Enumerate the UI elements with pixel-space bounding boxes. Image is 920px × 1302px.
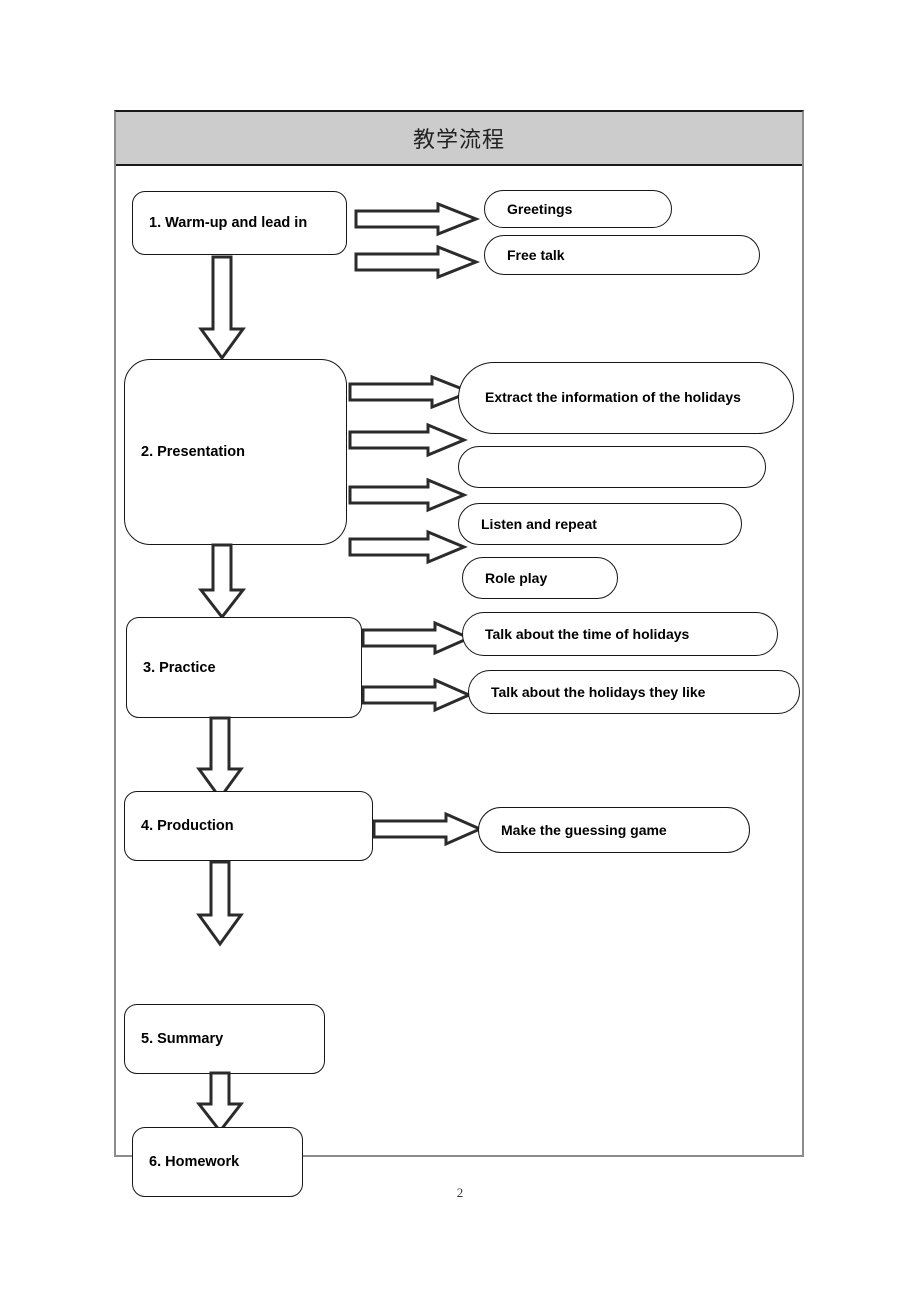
arrow-warm-up-to-greetings	[354, 201, 481, 237]
arrow-presentation-to-blank	[348, 422, 468, 458]
arrow-presentation-to-role-play	[348, 529, 468, 565]
activity-bubble-extract-info[interactable]: Extract the information of the holidays	[458, 362, 794, 434]
flow-node-label: 2. Presentation	[141, 444, 245, 460]
activity-label: Free talk	[507, 247, 565, 263]
flow-node-production[interactable]: 4. Production	[124, 791, 373, 861]
flow-node-summary[interactable]: 5. Summary	[124, 1004, 325, 1074]
arrow-practice-to-talk-time	[361, 620, 473, 656]
arrow-practice-to-production	[196, 716, 244, 801]
activity-label: Greetings	[507, 201, 573, 217]
page-number: 2	[456, 1185, 464, 1200]
activity-bubble-talk-about-time[interactable]: Talk about the time of holidays	[462, 612, 778, 656]
flow-node-label: 5. Summary	[141, 1031, 224, 1047]
activity-label: Make the guessing game	[501, 822, 667, 838]
activity-bubble-blank[interactable]	[458, 446, 766, 488]
activity-bubble-greetings[interactable]: Greetings	[484, 190, 672, 228]
flow-node-label: 6. Homework	[149, 1154, 240, 1170]
flow-node-presentation[interactable]: 2. Presentation	[124, 359, 347, 545]
arrow-presentation-to-listen-and-repeat	[348, 477, 468, 513]
activity-bubble-role-play[interactable]: Role play	[462, 557, 618, 599]
activity-label: Role play	[485, 570, 548, 586]
arrow-presentation-to-practice	[197, 543, 247, 620]
activity-label: Talk about the time of holidays	[485, 626, 690, 642]
activity-bubble-listen-and-repeat[interactable]: Listen and repeat	[458, 503, 742, 545]
arrow-presentation-to-extract-info	[348, 374, 475, 410]
activity-label: Extract the information of the holidays	[485, 389, 741, 406]
teaching-flow-table: 教学流程 1. Warm-up and lead in Greetings Fr…	[114, 110, 804, 1197]
arrow-production-to-summary	[196, 860, 244, 947]
arrow-warm-up-to-free-talk	[354, 244, 481, 280]
activity-bubble-free-talk[interactable]: Free talk	[484, 235, 760, 275]
flow-node-warm-up[interactable]: 1. Warm-up and lead in	[132, 191, 347, 255]
arrow-practice-to-talk-like	[361, 677, 473, 713]
flow-node-label: 4. Production	[141, 818, 234, 834]
document-page: 教学流程 1. Warm-up and lead in Greetings Fr…	[0, 0, 920, 1302]
flow-node-label: 1. Warm-up and lead in	[149, 215, 308, 231]
arrow-summary-to-homework	[195, 1071, 245, 1134]
page-title: 教学流程	[412, 127, 505, 152]
activity-bubble-guessing-game[interactable]: Make the guessing game	[478, 807, 750, 853]
flow-node-practice[interactable]: 3. Practice	[126, 617, 362, 718]
flowchart-canvas: 1. Warm-up and lead in Greetings Free ta…	[116, 166, 802, 1197]
activity-bubble-talk-about-holidays-they-like[interactable]: Talk about the holidays they like	[468, 670, 800, 714]
arrow-production-to-guessing-game	[372, 811, 484, 847]
table-header-row: 教学流程	[116, 112, 802, 166]
activity-label: Talk about the holidays they like	[491, 684, 706, 700]
flow-node-label: 3. Practice	[143, 659, 216, 676]
activity-label: Listen and repeat	[481, 516, 597, 532]
arrow-warm-up-to-presentation	[198, 255, 246, 361]
